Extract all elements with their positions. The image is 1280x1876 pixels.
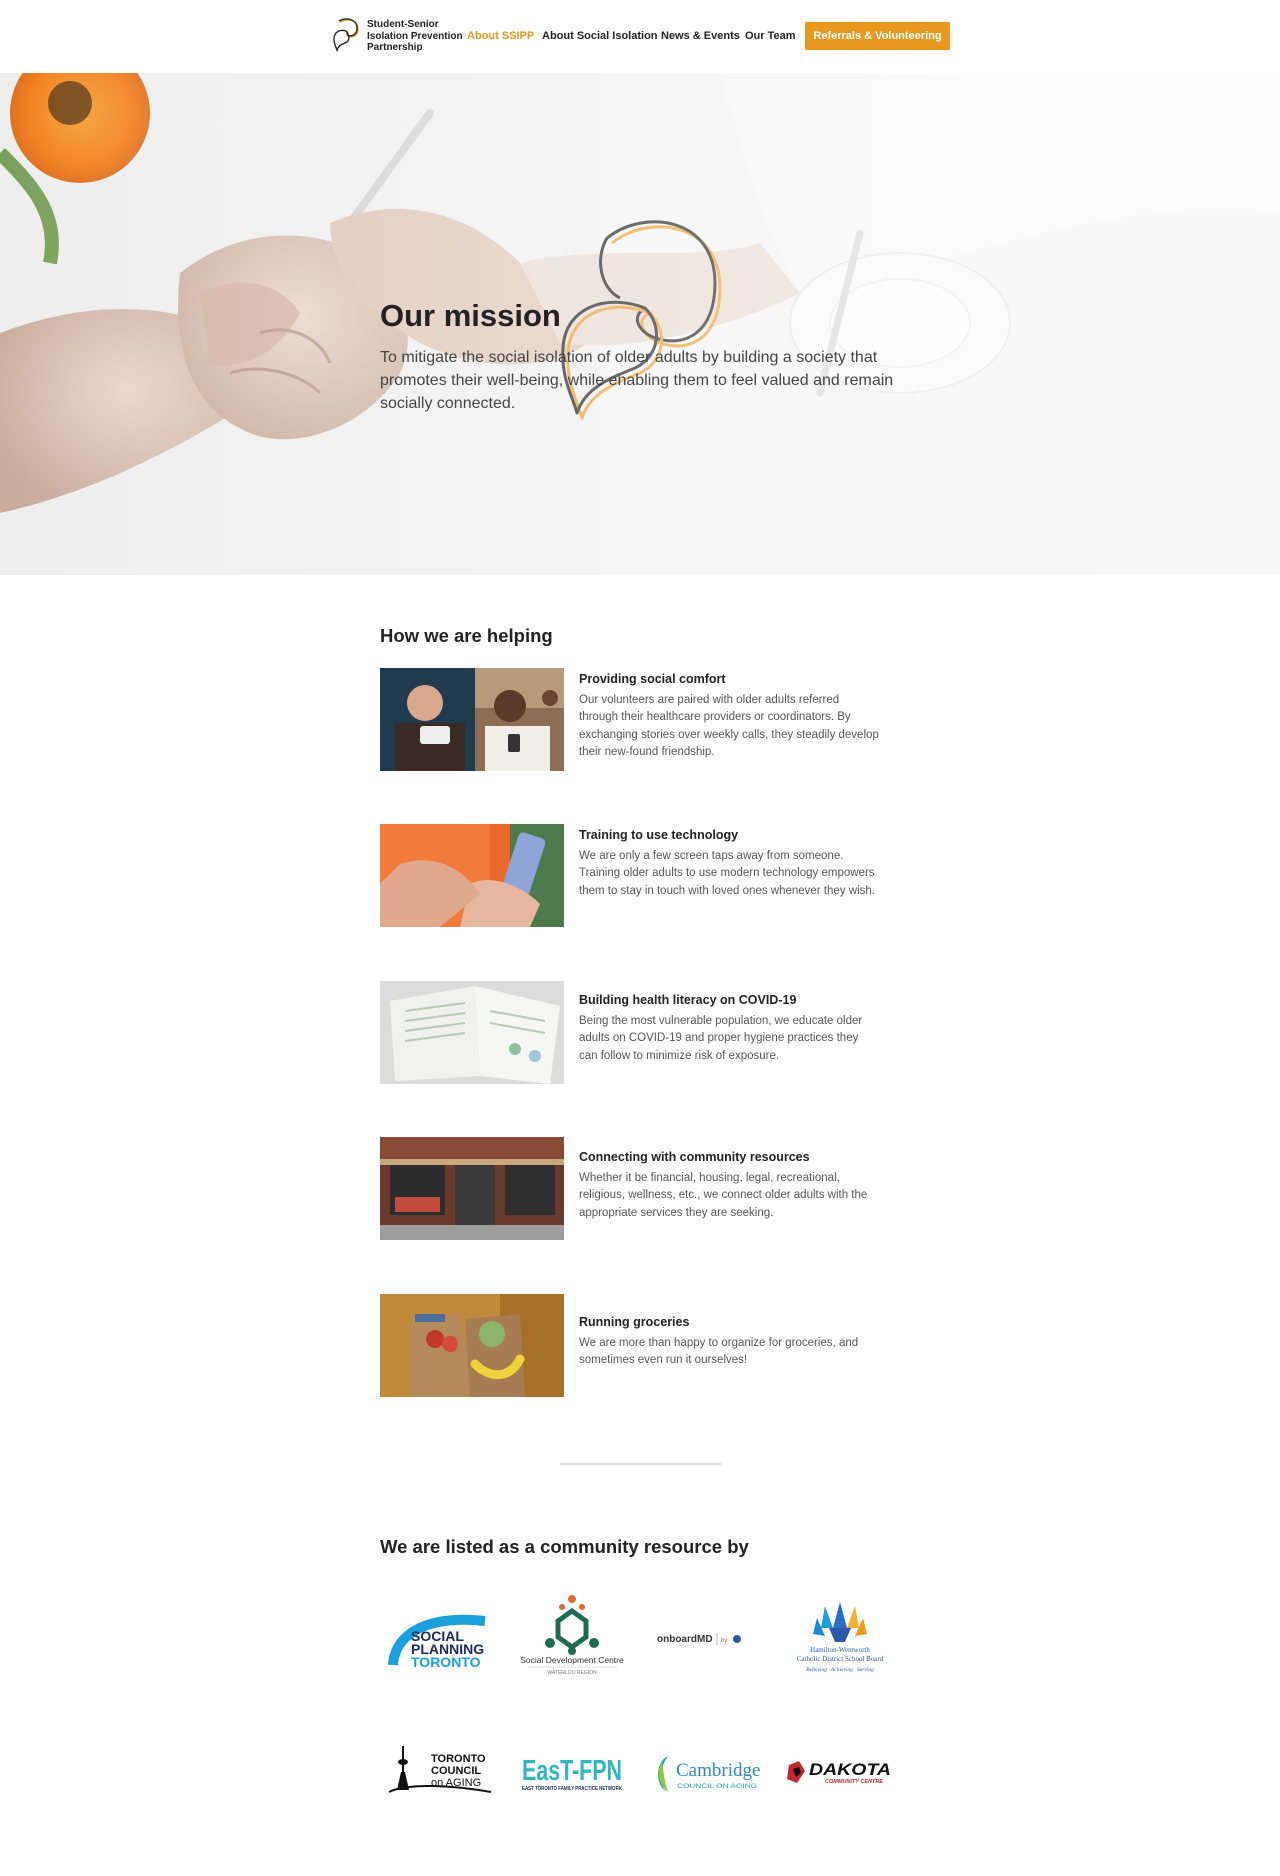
sdc-line-2: WATERLOO REGION (547, 1670, 597, 1676)
item-title-health-literacy: Building health literacy on COVID-19 (579, 993, 797, 1007)
nav-our-team[interactable]: Our Team (745, 30, 796, 42)
item-title-community-resources: Connecting with community resources (579, 1150, 810, 1164)
social-planning-toronto-logo[interactable]: SOCIAL PLANNING TORONTO (385, 1607, 495, 1672)
dakota-community-centre-logo[interactable]: DAKOTA COMMUNITY CENTRE (785, 1757, 895, 1789)
tcoa-line-1: TORONTO (431, 1753, 486, 1765)
health-literacy-image (380, 981, 564, 1084)
hwcdsb-line-3: Believing · Achieving · Serving (806, 1667, 874, 1673)
brand-name[interactable]: Student-Senior Isolation Prevention Part… (367, 19, 477, 54)
sdc-line-1: Social Development Centre (520, 1655, 624, 1665)
ssipp-logo-icon[interactable] (331, 18, 361, 52)
item-title-social-comfort: Providing social comfort (579, 672, 726, 686)
social-comfort-image (380, 668, 564, 771)
tcoa-line-3: on AGING (431, 1777, 481, 1789)
east-fpn-wordmark: EasT-FPN (522, 1755, 622, 1787)
technology-training-image (380, 824, 564, 927)
toronto-council-on-aging-logo[interactable]: TORONTO COUNCIL on AGING (385, 1742, 495, 1800)
tcoa-line-2: COUNCIL (431, 1765, 481, 1777)
brand-line: Isolation Prevention (367, 30, 463, 42)
site-header: Student-Senior Isolation Prevention Part… (0, 0, 1280, 73)
item-title-groceries: Running groceries (579, 1315, 690, 1329)
item-text-community-resources: Whether it be financial, housing, legal,… (579, 1172, 868, 1219)
nav-about-social-isolation[interactable]: About Social Isolation (542, 30, 658, 42)
item-text-technology: We are only a few screen taps away from … (579, 850, 875, 897)
hero-overlay (0, 73, 1280, 575)
hwcdsb-line-1: Hamilton-Wentworth (810, 1646, 870, 1654)
item-text-social-comfort: Our volunteers are paired with older adu… (579, 694, 879, 759)
east-fpn-tagline: EAST TORONTO FAMILY PRACTICE NETWORK (522, 1786, 622, 1792)
east-fpn-logo[interactable]: EasT-FPN EAST TORONTO FAMILY PRACTICE NE… (518, 1752, 626, 1794)
item-text-health-literacy: Being the most vulnerable population, we… (579, 1015, 863, 1062)
nav-news-events[interactable]: News & Events (661, 30, 740, 42)
onboardmd-text: onboardMD (657, 1634, 713, 1645)
onboardmd-logo[interactable]: onboardMD by (655, 1627, 755, 1651)
helping-title: How we are helping (380, 625, 553, 646)
spt-line-3: TORONTO (411, 1654, 481, 1670)
section-divider (560, 1463, 721, 1465)
social-development-centre-logo[interactable]: Social Development Centre WATERLOO REGIO… (520, 1593, 625, 1678)
cambridge-council-on-aging-logo[interactable]: Cambridge COUNCIL ON AGING (652, 1752, 764, 1797)
item-title-technology: Training to use technology (579, 828, 739, 842)
partners-title: We are listed as a community resource by (380, 1536, 749, 1557)
onboardmd-by-text: by (721, 1638, 727, 1644)
community-resources-image (380, 1137, 564, 1240)
groceries-image (380, 1294, 564, 1397)
hwcdsb-logo[interactable]: Hamilton-Wentworth Catholic District Sch… (785, 1598, 895, 1676)
brand-line: Partnership (367, 42, 423, 53)
mission-title: Our mission (380, 298, 561, 333)
mission-text: To mitigate the social isolation of olde… (380, 349, 894, 412)
dakota-tagline: COMMUNITY CENTRE (825, 1779, 883, 1785)
cambridge-wordmark: Cambridge (676, 1760, 760, 1781)
hwcdsb-line-2: Catholic District School Board (797, 1655, 884, 1663)
brand-line: Student-Senior (367, 19, 439, 30)
hero-banner (0, 73, 1280, 575)
cambridge-tagline: COUNCIL ON AGING (677, 1784, 757, 1790)
nav-about-ssipp[interactable]: About SSIPP (467, 30, 534, 42)
item-text-groceries: We are more than happy to organize for g… (579, 1337, 859, 1367)
dakota-wordmark: DAKOTA (809, 1760, 891, 1779)
referrals-volunteering-button[interactable]: Referrals & Volunteering (805, 22, 950, 50)
